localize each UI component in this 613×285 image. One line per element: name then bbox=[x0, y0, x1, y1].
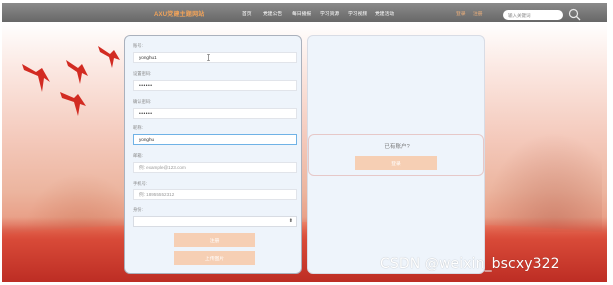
account-label: 账号: bbox=[133, 43, 143, 48]
search-icon[interactable] bbox=[568, 8, 581, 21]
email-field[interactable] bbox=[133, 162, 297, 173]
select-caret-icon: ⬍ bbox=[288, 218, 293, 224]
hero-background bbox=[2, 22, 607, 282]
have-account-box: 已有账户? 登录 bbox=[308, 134, 484, 176]
upload-image-button[interactable]: 上传图片 bbox=[174, 251, 255, 265]
nav-register-link[interactable]: 注册 bbox=[473, 10, 483, 17]
nav-item-activities[interactable]: 党建活动 bbox=[375, 10, 394, 17]
watermark-text: CSDN @weixin_bscxy322 bbox=[380, 256, 560, 272]
login-button[interactable]: 登录 bbox=[355, 156, 437, 170]
confirm-password-label: 确认密码: bbox=[133, 99, 152, 104]
flying-birds-icon bbox=[22, 46, 120, 116]
nav-item-daily-broadcast[interactable]: 每日播报 bbox=[292, 10, 311, 17]
nav-item-home[interactable]: 首页 bbox=[242, 10, 252, 17]
set-password-label: 设置密码: bbox=[133, 71, 152, 76]
role-label: 身份: bbox=[133, 207, 143, 212]
red-ribbon-graphic bbox=[2, 217, 607, 282]
have-account-text: 已有账户? bbox=[384, 144, 410, 150]
search-input[interactable] bbox=[503, 10, 563, 20]
site-logo-title[interactable]: AXU党建主题网站 bbox=[154, 9, 204, 18]
text-cursor-icon bbox=[207, 54, 210, 61]
nav-login-link[interactable]: 登录 bbox=[456, 10, 466, 17]
nickname-input[interactable] bbox=[133, 134, 297, 145]
nav-item-announcements[interactable]: 党建公告 bbox=[263, 10, 282, 17]
nickname-label: 昵称: bbox=[133, 125, 143, 130]
confirm-password-input[interactable] bbox=[133, 108, 297, 119]
register-form-panel: 账号: 设置密码: 确认密码: 昵称: 邮箱: 手机号: 身份: ⬍ 注册 上传… bbox=[124, 35, 302, 274]
top-navbar: AXU党建主题网站 首页 党建公告 每日播报 学习资源 学习视频 党建活动 登录… bbox=[2, 3, 607, 22]
set-password-input[interactable] bbox=[133, 80, 297, 91]
register-submit-button[interactable]: 注册 bbox=[174, 233, 255, 247]
role-select[interactable]: ⬍ bbox=[133, 216, 297, 227]
nav-item-study-resources[interactable]: 学习资源 bbox=[320, 10, 339, 17]
phone-field[interactable] bbox=[133, 189, 297, 200]
existing-account-panel: 已有账户? 登录 bbox=[307, 35, 485, 274]
account-input[interactable] bbox=[133, 52, 297, 63]
phone-label: 手机号: bbox=[133, 181, 148, 186]
page: AXU党建主题网站 首页 党建公告 每日播报 学习资源 学习视频 党建活动 登录… bbox=[0, 0, 613, 285]
nav-item-study-videos[interactable]: 学习视频 bbox=[348, 10, 367, 17]
email-label: 邮箱: bbox=[133, 153, 143, 158]
